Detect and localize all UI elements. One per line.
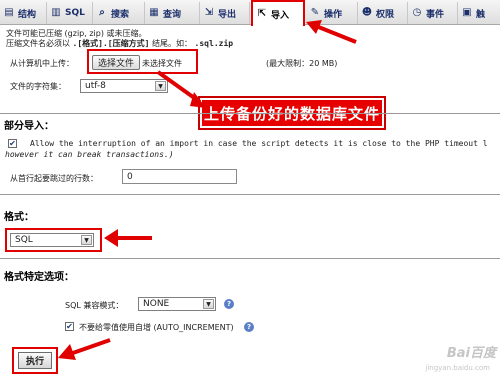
annotation-box-execute [12, 347, 58, 374]
tab-events[interactable]: ◷ 事件 [408, 2, 458, 24]
arrow-to-import-tab [306, 20, 357, 44]
format-title: 格式： [4, 212, 34, 223]
sql-compat-label: SQL 兼容模式： [65, 301, 124, 310]
annotation-box-format [5, 228, 102, 252]
tab-search[interactable]: ⌕ 搜索 [93, 2, 145, 24]
arrow-to-format [104, 229, 152, 247]
tab-label: 结构 [18, 9, 37, 20]
format-options-title: 格式特定选项： [4, 272, 74, 283]
sql-compat-select[interactable]: NONE ▼ [138, 297, 216, 311]
chevron-down-icon: ▼ [203, 299, 214, 309]
filename-rule-format: .[格式].[压缩方式] [72, 39, 150, 48]
divider [0, 113, 500, 114]
filename-rule-example: .sql.zip [194, 39, 234, 48]
trigger-icon: ▣ [462, 7, 472, 18]
tab-label: 查询 [163, 9, 182, 20]
watermark-url: jingyan.baidu.com [425, 364, 490, 372]
filename-rule-suffix: 结尾。如： [152, 39, 192, 48]
charset-label: 文件的字符集： [10, 82, 66, 91]
tab-label: 触 [476, 9, 486, 20]
tab-label: 搜索 [111, 9, 130, 20]
query-icon: ▦ [149, 7, 159, 18]
tab-label: 权限 [376, 9, 395, 20]
auto-increment-checkbox[interactable]: ✔ [65, 322, 74, 331]
tab-label: 导入 [271, 10, 290, 21]
max-size-limit: (最大限制：20 MB) [266, 59, 338, 68]
import-icon: ⇱ [257, 8, 267, 19]
tab-structure[interactable]: ▤ 结构 [0, 2, 47, 24]
tab-label: SQL [65, 8, 85, 18]
tab-sql[interactable]: ▥ SQL [47, 2, 93, 24]
search-icon: ⌕ [99, 7, 105, 18]
tab-import[interactable]: ⇱ 导入 [251, 0, 305, 26]
help-icon[interactable]: ? [224, 299, 234, 309]
tab-bar: ▤ 结构 ▥ SQL ⌕ 搜索 ▦ 查询 ⇲ 导出 ⇱ 导入 ✎ 操作 ☻ 权限… [0, 0, 500, 26]
privileges-icon: ☻ [361, 7, 373, 18]
filename-rule: 压缩文件名必须以 .[格式].[压缩方式] 结尾。如： .sql.zip [6, 38, 233, 49]
allow-interrupt-label-cont: however it can break transactions.) [5, 150, 174, 159]
sql-icon: ▥ [51, 7, 61, 18]
tab-export[interactable]: ⇲ 导出 [200, 2, 250, 24]
watermark-logo: Bai百度 [446, 346, 496, 361]
skip-rows-label: 从首行起要跳过的行数： [10, 174, 98, 183]
divider [0, 194, 500, 195]
skip-rows-input[interactable]: 0 [122, 169, 237, 184]
sql-compat-value: NONE [143, 299, 170, 309]
export-icon: ⇲ [204, 7, 214, 18]
charset-value: utf-8 [85, 81, 106, 91]
tab-triggers[interactable]: ▣ 触 [458, 2, 500, 24]
filename-rule-prefix: 压缩文件名必须以 [6, 39, 70, 48]
tab-privileges[interactable]: ☻ 权限 [358, 2, 408, 24]
tab-query[interactable]: ▦ 查询 [145, 2, 200, 24]
event-icon: ◷ [412, 7, 422, 18]
structure-icon: ▤ [4, 7, 14, 18]
allow-interrupt-checkbox[interactable]: ✔ [8, 139, 17, 148]
tab-label: 导出 [218, 9, 237, 20]
arrow-to-callout [156, 70, 206, 108]
arrow-to-execute [58, 338, 111, 360]
partial-import-title: 部分导入： [4, 121, 54, 132]
divider [0, 258, 500, 259]
allow-interrupt-label: Allow the interruption of an import in c… [30, 139, 488, 148]
auto-increment-label: 不要给零值使用自增 (AUTO_INCREMENT) [79, 323, 234, 332]
upload-label: 从计算机中上传： [10, 59, 74, 68]
help-icon[interactable]: ? [244, 322, 254, 332]
tab-label: 事件 [426, 9, 445, 20]
